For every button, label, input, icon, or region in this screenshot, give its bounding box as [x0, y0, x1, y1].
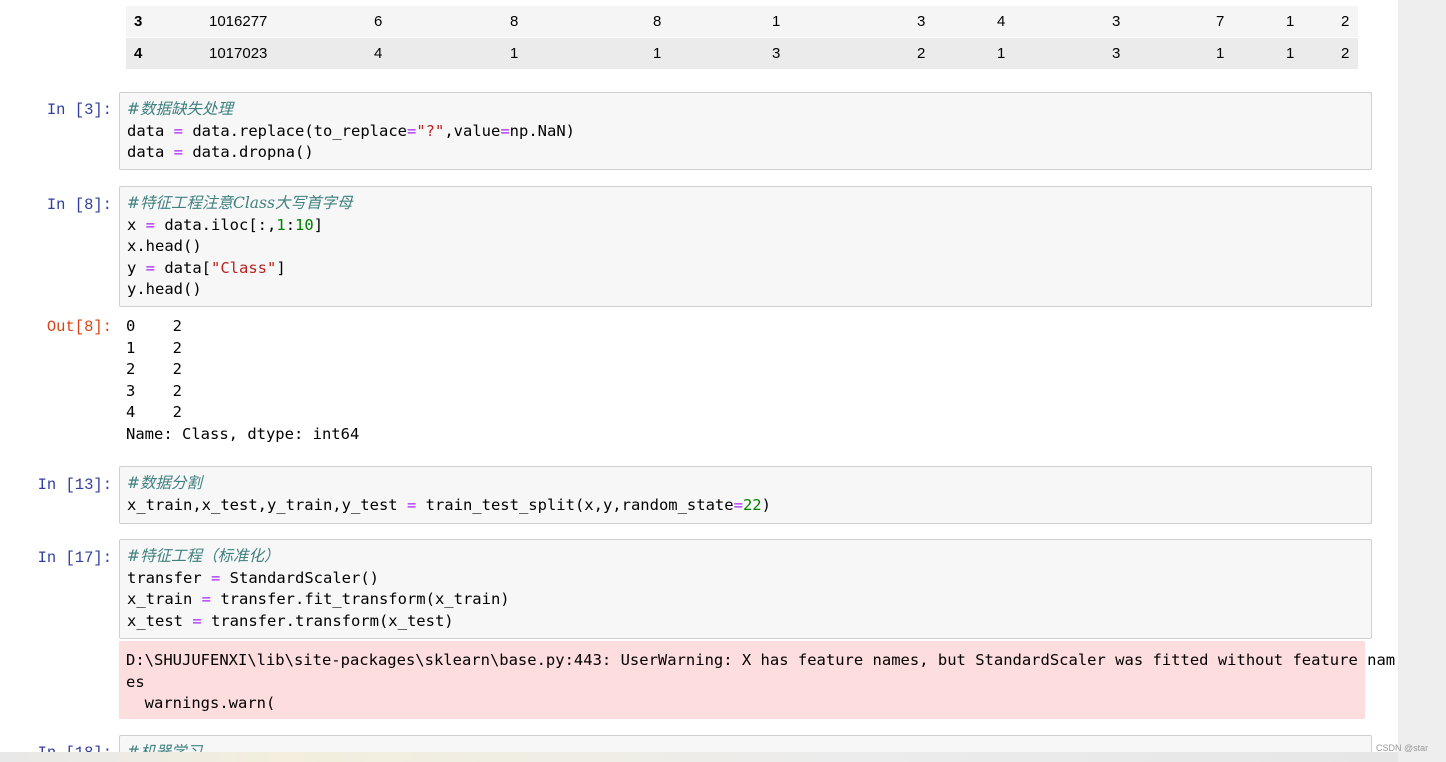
- table-cell: 1: [1216, 45, 1225, 62]
- table-cell: 1017023: [209, 45, 268, 62]
- horizontal-scrollbar[interactable]: [0, 752, 1398, 762]
- table-cell: 4: [374, 45, 383, 62]
- row-index: 4: [134, 45, 143, 62]
- code-cell[interactable]: #数据分割 x_train,x_test,y_train,y_test = tr…: [119, 466, 1372, 524]
- code-cell[interactable]: #数据缺失处理 data = data.replace(to_replace="…: [119, 92, 1372, 170]
- table-cell: 6: [374, 13, 383, 30]
- table-cell: 2: [917, 45, 926, 62]
- page-margin: [1398, 0, 1446, 762]
- code-cell[interactable]: #特征工程（标准化） transfer = StandardScaler() x…: [119, 539, 1372, 639]
- table-cell: 1016277: [209, 13, 268, 30]
- code-comment: #数据缺失处理: [127, 100, 233, 118]
- input-prompt: In [8]:: [46, 196, 112, 214]
- table-cell: 3: [917, 13, 926, 30]
- cell-output: 0 2 1 2 2 2 3 2 4 2 Name: Class, dtype: …: [126, 317, 360, 443]
- table-cell: 2: [1341, 45, 1350, 62]
- input-prompt: In [3]:: [46, 101, 112, 119]
- table-row: 3 1016277 6 8 8 1 3 4 3 7 1 2: [126, 6, 1358, 37]
- table-cell: 1: [997, 45, 1006, 62]
- table-cell: 1: [1286, 13, 1295, 30]
- table-cell: 1: [1286, 45, 1295, 62]
- input-prompt: In [17]:: [37, 549, 112, 567]
- code-editor[interactable]: #数据分割 x_train,x_test,y_train,y_test = tr…: [127, 473, 771, 516]
- table-cell: 3: [772, 45, 781, 62]
- table-cell: 4: [997, 13, 1006, 30]
- table-cell: 1: [772, 13, 781, 30]
- table-cell: 3: [1112, 45, 1121, 62]
- table-cell: 1: [510, 45, 519, 62]
- code-editor[interactable]: #数据缺失处理 data = data.replace(to_replace="…: [127, 99, 575, 164]
- code-comment: #特征工程（标准化）: [127, 547, 280, 565]
- warning-text: D:\SHUJUFENXI\lib\site-packages\sklearn\…: [126, 651, 1396, 669]
- output-prompt: Out[8]:: [46, 318, 112, 336]
- code-comment: #特征工程注意Class大写首字母: [127, 194, 353, 212]
- code-editor[interactable]: #特征工程（标准化） transfer = StandardScaler() x…: [127, 546, 510, 632]
- code-editor[interactable]: #特征工程注意Class大写首字母 x = data.iloc[:,1:10] …: [127, 193, 352, 301]
- stderr-output: D:\SHUJUFENXI\lib\site-packages\sklearn\…: [119, 641, 1395, 719]
- table-cell: 3: [1112, 13, 1121, 30]
- table-row: 4 1017023 4 1 1 3 2 1 3 1 1 2: [126, 38, 1358, 69]
- table-cell: 7: [1216, 13, 1225, 30]
- table-cell: 2: [1341, 13, 1350, 30]
- table-cell: 1: [653, 45, 662, 62]
- watermark: CSDN @star: [1376, 743, 1429, 753]
- table-cell: 8: [653, 13, 662, 30]
- table-cell: 8: [510, 13, 519, 30]
- row-index: 3: [134, 13, 143, 30]
- notebook-page: 3 1016277 6 8 8 1 3 4 3 7 1 2 4 1017023 …: [0, 0, 1398, 762]
- input-prompt: In [13]:: [37, 476, 112, 494]
- code-cell[interactable]: #特征工程注意Class大写首字母 x = data.iloc[:,1:10] …: [119, 186, 1372, 307]
- code-comment: #数据分割: [127, 474, 202, 492]
